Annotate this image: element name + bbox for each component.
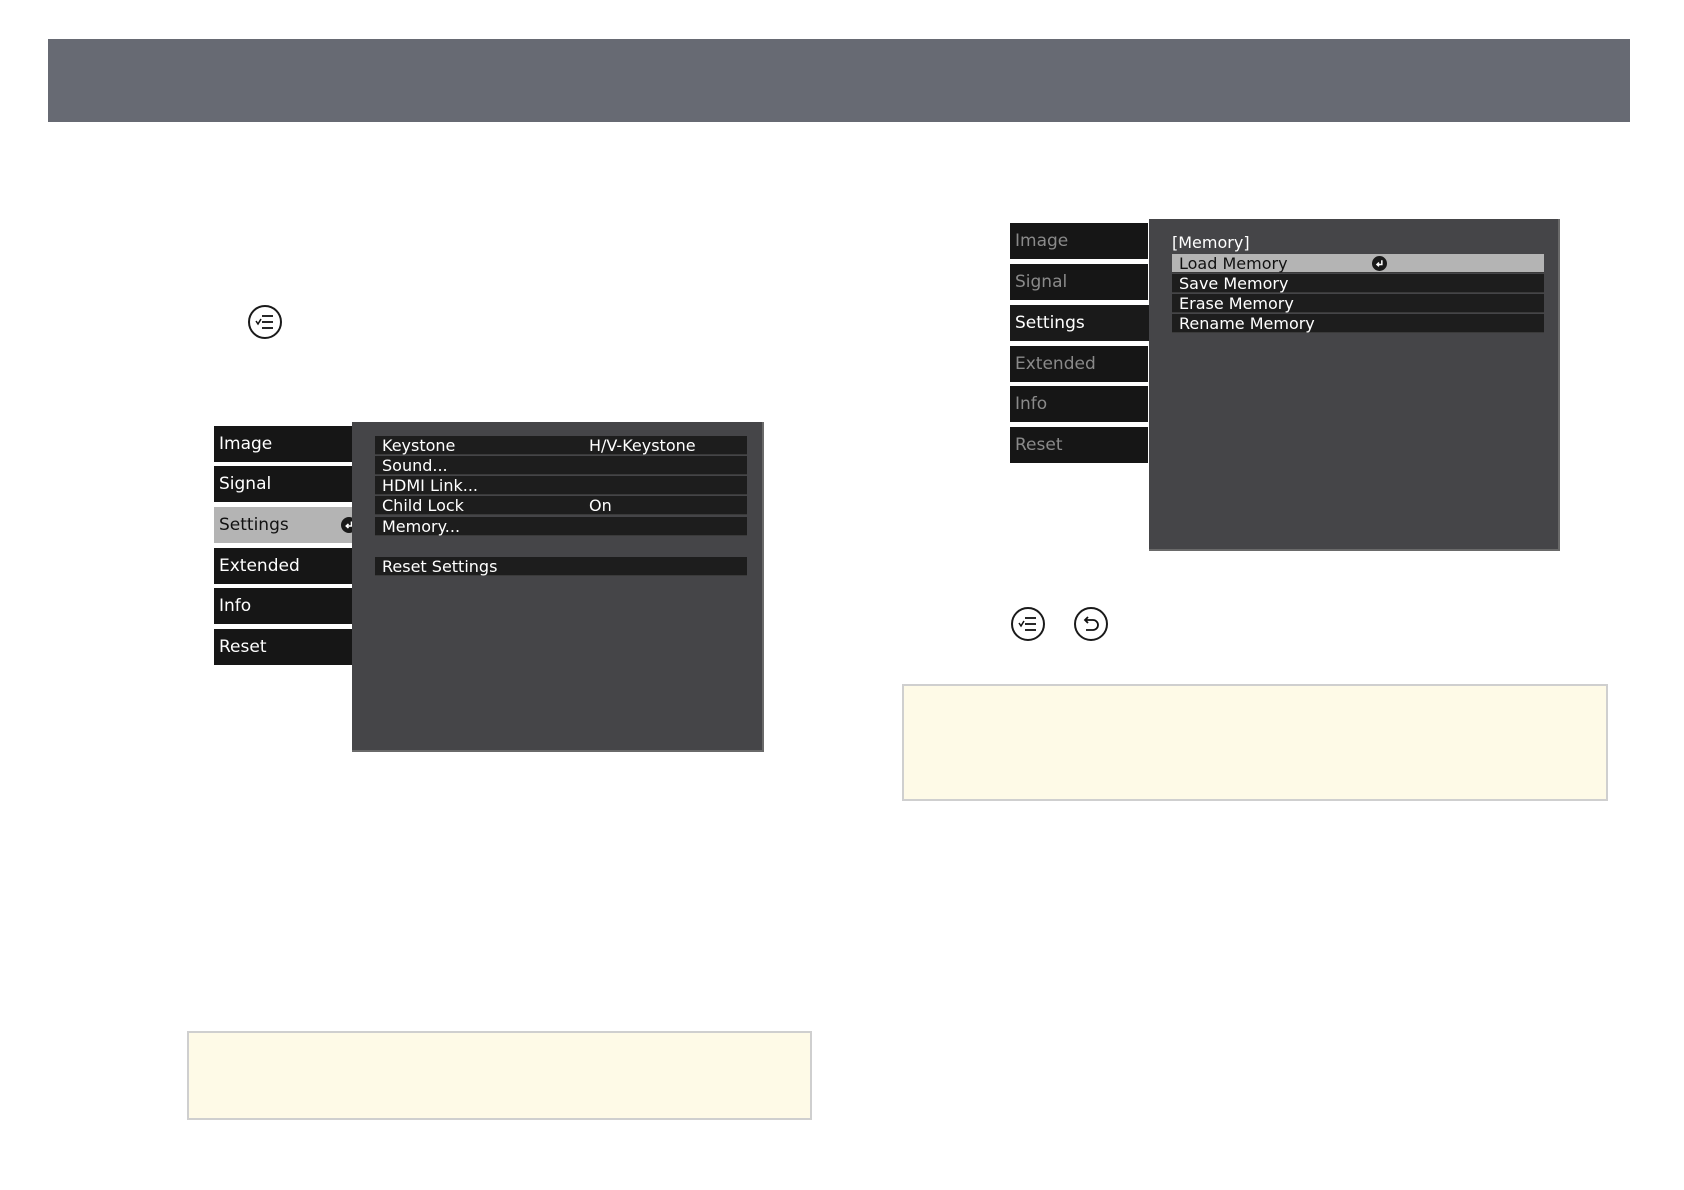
settings-panel: Keystone H/V-Keystone Sound... HDMI Link.… [352,422,764,752]
tab-signal: Signal [214,466,352,502]
tab-image: Image [1010,223,1148,259]
tab-settings: Settings [214,507,363,543]
menu-item-rename-memory: Rename Memory [1172,314,1544,333]
tab-info: Info [1010,386,1148,422]
return-arrow-icon [1074,607,1108,641]
tab-signal: Signal [1010,264,1148,300]
header-bar [48,39,1630,122]
tab-extended: Extended [214,548,352,584]
enter-icon [1372,256,1387,271]
menu-button-icon [248,305,282,339]
memory-panel: [Memory] Load Memory Save Memory Erase M… [1149,219,1560,551]
panel-title: [Memory] [1172,233,1250,252]
tab-reset: Reset [1010,427,1148,463]
menu-item-memory: Memory... [375,517,747,536]
tab-reset: Reset [214,629,352,665]
tab-image: Image [214,426,352,462]
menu-item-reset-settings: Reset Settings [375,557,747,576]
menu-item-erase-memory: Erase Memory [1172,294,1544,313]
menu-item-save-memory: Save Memory [1172,274,1544,293]
menu-item-keystone: Keystone H/V-Keystone [375,436,747,455]
menu-item-child-lock: Child Lock On [375,496,747,515]
tab-extended: Extended [1010,346,1148,382]
menu-item-hdmi-link: HDMI Link... [375,476,747,495]
note-box [902,684,1608,801]
tab-info: Info [214,588,352,624]
menu-button-icon [1011,607,1045,641]
note-box [187,1031,812,1120]
tab-settings: Settings [1010,305,1159,341]
memory-menu-screenshot: Image Signal Settings Extended Info Rese… [1010,219,1560,551]
settings-menu-screenshot: Image Signal Settings Extended Info Rese… [214,422,764,752]
menu-item-load-memory: Load Memory [1172,254,1544,273]
menu-item-sound: Sound... [375,456,747,475]
